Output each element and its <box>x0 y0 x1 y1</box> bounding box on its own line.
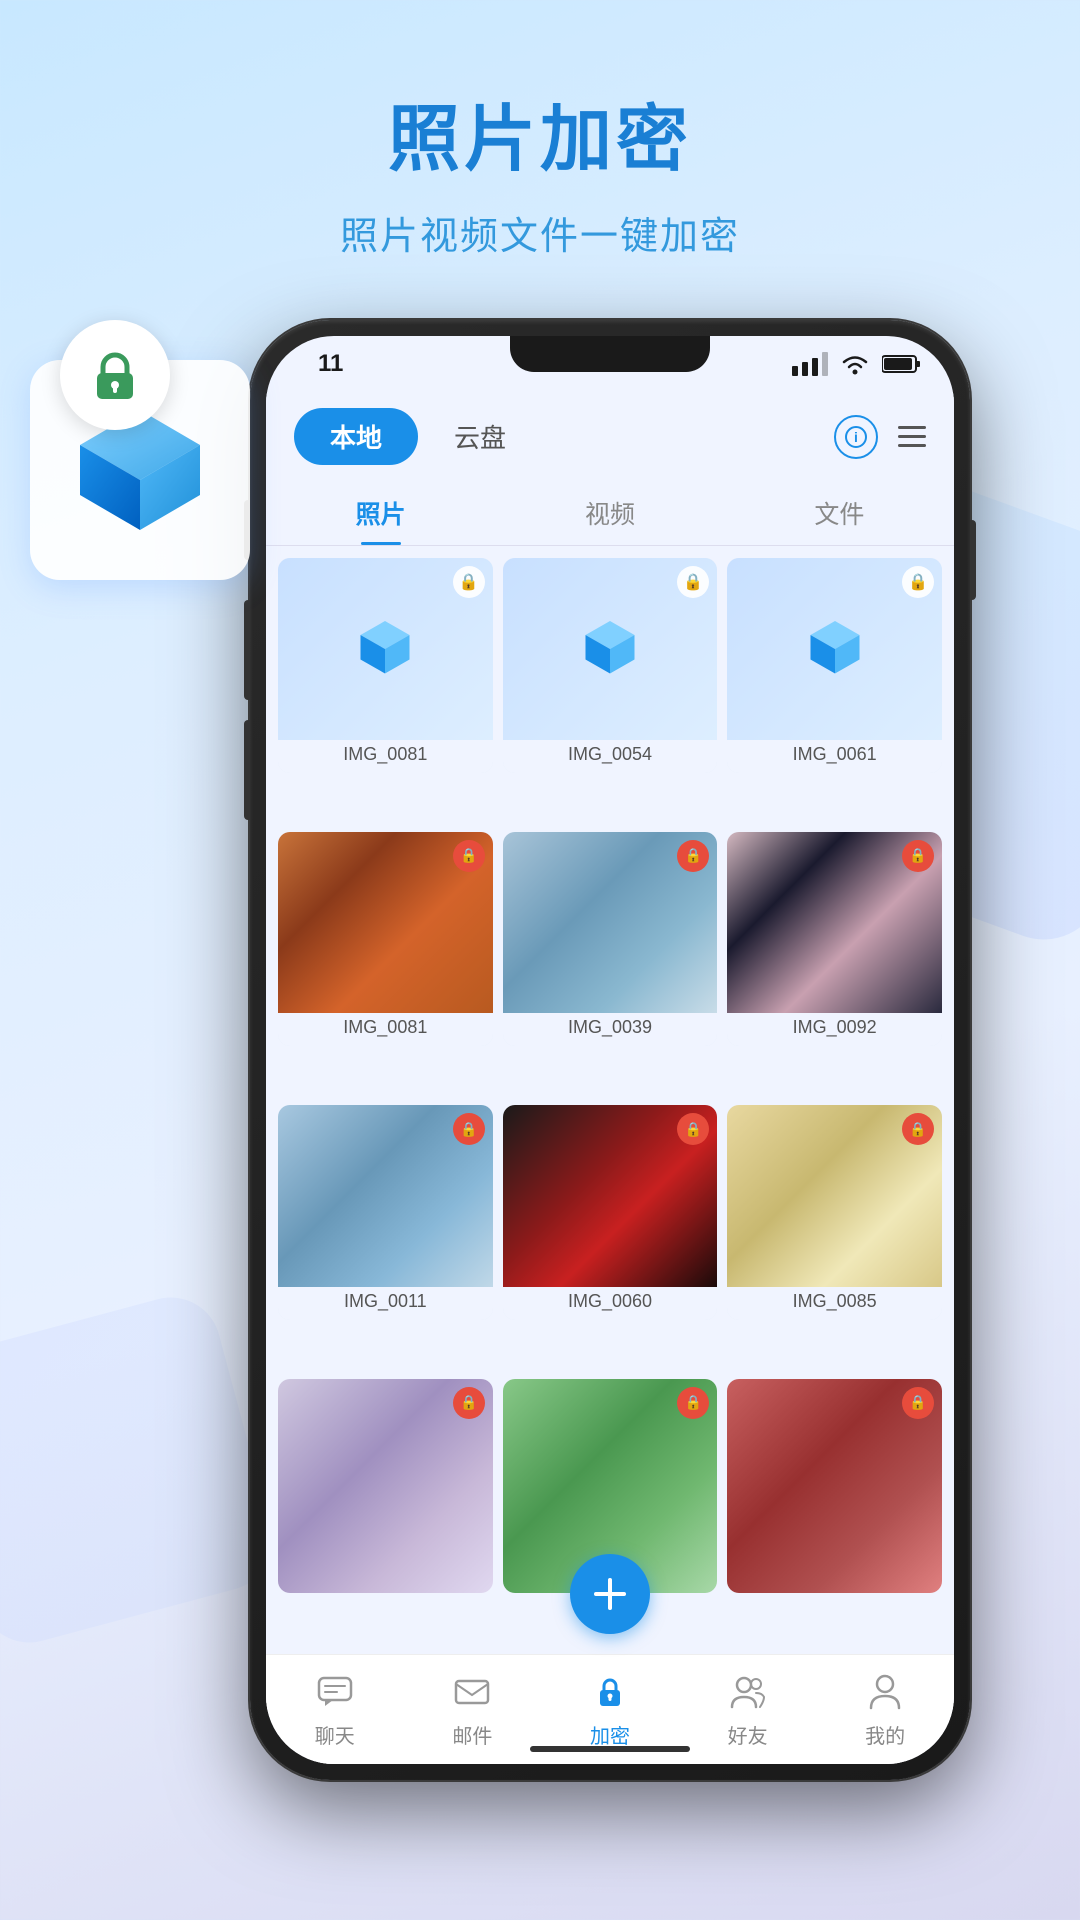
home-indicator <box>530 1746 690 1752</box>
nav-encrypt[interactable]: 加密 <box>541 1670 679 1749</box>
info-icon-button[interactable]: i <box>834 415 878 459</box>
add-fab-button[interactable] <box>570 1554 650 1634</box>
nav-mail-label: 邮件 <box>452 1720 492 1749</box>
photo-item-0061-enc[interactable]: 🔒 IMG_0061 <box>727 558 942 773</box>
status-time: 11 <box>298 350 343 378</box>
phone-screen: 11 <box>266 336 954 1764</box>
photo-item-partial-3[interactable]: 🔒 <box>727 1379 942 1594</box>
photo-item-0054-enc[interactable]: 🔒 IMG_0054 <box>503 558 718 773</box>
nav-mail[interactable]: 邮件 <box>404 1670 542 1749</box>
photo-name-6: IMG_0092 <box>727 1013 942 1046</box>
lock-badge-1: 🔒 <box>453 566 485 598</box>
info-icon: i <box>845 426 867 448</box>
friends-svg <box>730 1675 766 1709</box>
line-2 <box>898 435 926 438</box>
lock-key-icon <box>588 1670 632 1714</box>
nav-chat[interactable]: 聊天 <box>266 1670 404 1749</box>
lock-badge-4: 🔒 <box>453 840 485 872</box>
photo-item-0039-real[interactable]: 🔒 IMG_0039 <box>503 832 718 1047</box>
battery-icon <box>882 353 922 375</box>
sub-tabs: 照片 视频 文件 <box>266 481 954 546</box>
mail-icon <box>450 1670 494 1714</box>
photo-name-1: IMG_0081 <box>278 740 493 773</box>
lock-badge-10: 🔒 <box>453 1387 485 1419</box>
signal-icon <box>792 352 828 376</box>
photo-item-0092-real[interactable]: 🔒 IMG_0092 <box>727 832 942 1047</box>
tab-videos[interactable]: 视频 <box>495 481 724 545</box>
svg-text:i: i <box>854 429 858 445</box>
lock-badge-7: 🔒 <box>453 1113 485 1145</box>
nav-profile[interactable]: 我的 <box>816 1670 954 1749</box>
photo-grid: 🔒 IMG_0081 🔒 IMG_0054 <box>266 546 954 1654</box>
photo-item-0081-enc[interactable]: 🔒 IMG_0081 <box>278 558 493 773</box>
nav-profile-label: 我的 <box>865 1720 905 1749</box>
list-lines-icon <box>898 426 926 447</box>
photo-item-partial-1[interactable]: 🔒 <box>278 1379 493 1594</box>
power-button <box>970 520 976 600</box>
photo-name-5: IMG_0039 <box>503 1013 718 1046</box>
photo-item-0011-real[interactable]: 🔒 IMG_0011 <box>278 1105 493 1320</box>
status-icons <box>792 352 922 376</box>
photo-name-3: IMG_0061 <box>727 740 942 773</box>
mail-svg <box>454 1677 490 1707</box>
tab-icons: i <box>834 415 926 459</box>
list-view-button[interactable] <box>898 426 926 447</box>
profile-svg <box>869 1674 901 1710</box>
nav-encrypt-label: 加密 <box>590 1720 630 1749</box>
nav-friends-label: 好友 <box>728 1720 768 1749</box>
photo-name-4: IMG_0081 <box>278 1013 493 1046</box>
lock-key-svg <box>592 1674 628 1710</box>
volume-up-button <box>244 600 250 700</box>
chat-svg <box>317 1676 353 1708</box>
wifi-icon <box>840 352 870 376</box>
lock-badge-11: 🔒 <box>677 1387 709 1419</box>
floating-lock-icon <box>60 320 170 430</box>
tab-cloud[interactable]: 云盘 <box>434 408 526 465</box>
main-title: 照片加密 <box>0 80 1080 185</box>
photo-item-0085-real[interactable]: 🔒 IMG_0085 <box>727 1105 942 1320</box>
volume-down-button <box>244 720 250 820</box>
lock-badge-5: 🔒 <box>677 840 709 872</box>
lock-badge-3: 🔒 <box>902 566 934 598</box>
nav-chat-label: 聊天 <box>315 1720 355 1749</box>
photo-name-9: IMG_0085 <box>727 1287 942 1320</box>
tab-local[interactable]: 本地 <box>294 408 418 465</box>
plus-icon <box>588 1572 632 1616</box>
phone-notch <box>510 336 710 372</box>
chat-icon <box>313 1670 357 1714</box>
title-section: 照片加密 照片视频文件一键加密 <box>0 80 1080 260</box>
cube-icon-3 <box>800 614 870 684</box>
lock-badge-6: 🔒 <box>902 840 934 872</box>
profile-icon <box>863 1670 907 1714</box>
top-tabs: 本地 云盘 i <box>266 392 954 481</box>
phone-wrapper: 11 <box>160 320 1060 1860</box>
photo-name-2: IMG_0054 <box>503 740 718 773</box>
line-3 <box>898 444 926 447</box>
nav-friends[interactable]: 好友 <box>679 1670 817 1749</box>
photo-name-8: IMG_0060 <box>503 1287 718 1320</box>
phone-outer: 11 <box>250 320 970 1780</box>
cube-icon-1 <box>350 614 420 684</box>
tab-photos[interactable]: 照片 <box>266 481 495 545</box>
cube-icon-2 <box>575 614 645 684</box>
photo-item-0060-real[interactable]: 🔒 IMG_0060 <box>503 1105 718 1320</box>
subtitle: 照片视频文件一键加密 <box>0 205 1080 260</box>
photo-name-7: IMG_0011 <box>278 1287 493 1320</box>
tab-files[interactable]: 文件 <box>725 481 954 545</box>
friends-icon <box>726 1670 770 1714</box>
line-1 <box>898 426 926 429</box>
lock-svg <box>87 347 143 403</box>
lock-badge-9: 🔒 <box>902 1113 934 1145</box>
lock-badge-12: 🔒 <box>902 1387 934 1419</box>
photo-item-0081-real[interactable]: 🔒 IMG_0081 <box>278 832 493 1047</box>
